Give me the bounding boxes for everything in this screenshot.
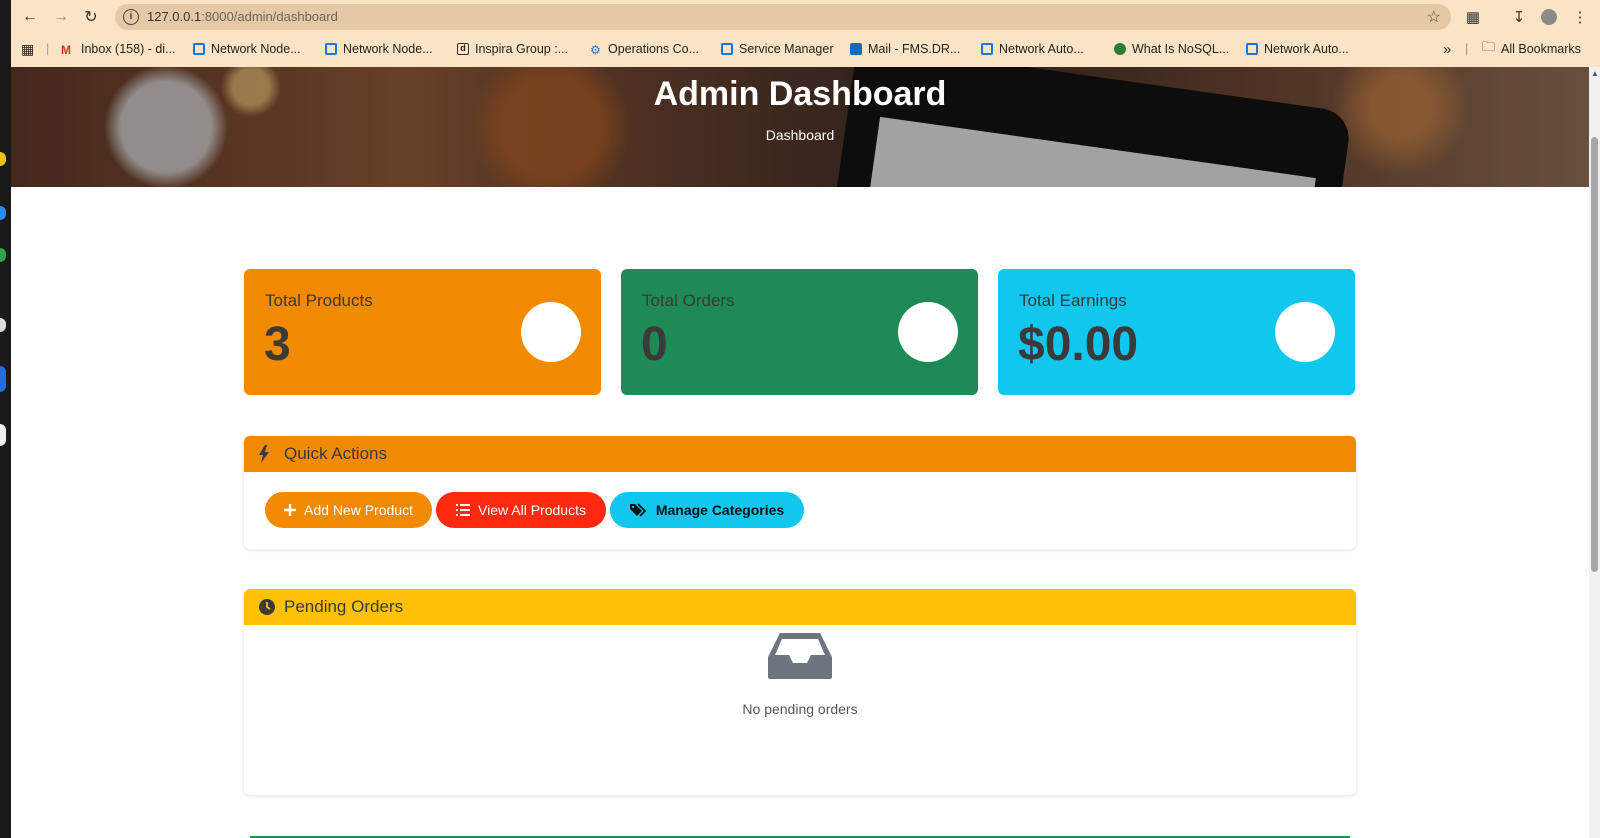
tags-icon [629,503,648,517]
panel-title: Pending Orders [284,597,404,616]
stat-value: 3 [264,318,291,371]
bookmark-divider: | [1465,42,1469,56]
reload-icon[interactable]: ↻ [80,6,102,28]
gmail-icon: M [61,43,71,57]
panel-title: Quick Actions [284,444,387,463]
menu-kebab-icon[interactable]: ⋮ [1570,6,1590,28]
stat-value: $0.00 [1018,318,1139,371]
bolt-icon [258,445,276,463]
add-new-product-button[interactable]: Add New Product [265,492,432,528]
forward-icon[interactable]: → [50,6,72,28]
bookmark-item[interactable]: Network Auto... [981,39,1084,59]
view-all-products-button[interactable]: View All Products [436,492,606,528]
dock-app-icon[interactable] [0,318,6,332]
scroll-up-arrow-icon[interactable]: ▲ [1591,69,1599,78]
list-icon [456,504,471,516]
stat-circle-icon [521,302,581,362]
quick-actions-panel: Quick Actions Add New Product View All P… [244,436,1356,549]
dock-app-icon[interactable] [0,424,6,446]
page-icon [325,43,337,55]
mongo-icon [1114,43,1126,55]
bookmarks-bar: ▦ | M Inbox (158) - di... Network Node...… [0,36,1600,62]
ops-icon: ⚙ [590,43,601,57]
bookmark-item[interactable]: Network Node... [325,39,433,59]
browser-toolbar: ← → ↻ i 127.0.0.1:8000/admin/dashboard ☆… [0,0,1600,34]
stat-label: Total Earnings [1019,291,1127,310]
bookmark-item[interactable]: Service Manager [721,39,834,59]
stat-circle-icon [1275,302,1335,362]
manage-categories-button[interactable]: Manage Categories [610,492,804,528]
page-icon [193,43,205,55]
download-icon[interactable]: ↧ [1509,6,1529,28]
stat-value: 0 [641,318,668,371]
pending-orders-header: Pending Orders [244,589,1356,625]
page-icon [1246,43,1258,55]
plus-icon [284,504,297,516]
bookmark-item[interactable]: M Inbox (158) - di... [61,39,176,59]
pending-orders-panel: Pending Orders No pending orders [244,589,1356,795]
folder-icon: 🗀 [1482,39,1496,54]
page-icon [981,43,993,55]
url-text[interactable]: 127.0.0.1:8000/admin/dashboard [147,9,338,24]
page-icon [721,43,733,55]
bookmark-item[interactable]: Mail - FMS.DR... [850,39,960,59]
extensions-icon[interactable]: ▦ [1463,6,1483,28]
d-icon: d [457,43,469,55]
outlook-icon [850,43,862,55]
clock-icon [258,598,276,616]
bookmark-divider: | [46,42,50,56]
browser-chrome: ← → ↻ i 127.0.0.1:8000/admin/dashboard ☆… [0,0,1600,67]
stat-label: Total Products [265,291,373,310]
bookmark-item[interactable]: d Inspira Group :... [457,39,568,59]
all-bookmarks-button[interactable]: 🗀 All Bookmarks [1482,39,1581,59]
stat-label: Total Orders [642,291,735,310]
stat-card-total-products: Total Products 3 [244,269,601,395]
bookmark-star-icon[interactable]: ☆ [1427,7,1441,27]
stat-card-total-earnings: Total Earnings $0.00 [998,269,1355,395]
scroll-thumb[interactable] [1591,137,1598,572]
address-bar[interactable]: i 127.0.0.1:8000/admin/dashboard ☆ [115,4,1451,30]
bookmark-item[interactable]: What Is NoSQL... [1114,39,1229,59]
empty-state-text: No pending orders [742,701,858,717]
stat-card-total-orders: Total Orders 0 [621,269,978,395]
profile-avatar[interactable] [1539,6,1559,28]
dock-app-icon[interactable] [0,366,6,392]
inbox-icon [768,633,832,684]
os-dock [0,0,11,838]
bookmark-item[interactable]: ⚙ Operations Co... [590,39,699,59]
bookmarks-overflow-button[interactable]: » [1443,39,1451,59]
bookmark-item[interactable]: Network Node... [193,39,301,59]
apps-grid-icon[interactable]: ▦ [21,39,34,59]
dock-app-icon[interactable] [0,248,6,262]
page-scrollbar[interactable]: ▲ [1589,67,1600,838]
hero-banner: Admin Dashboard Dashboard [11,67,1589,187]
back-icon[interactable]: ← [19,6,41,28]
page-title: Admin Dashboard [653,75,947,113]
breadcrumb: Dashboard [765,127,835,143]
site-info-icon[interactable]: i [123,9,139,25]
dock-app-icon[interactable] [0,152,6,166]
stat-circle-icon [898,302,958,362]
dock-app-icon[interactable] [0,206,6,220]
bookmark-item[interactable]: Network Auto... [1246,39,1349,59]
quick-actions-header: Quick Actions [244,436,1356,472]
